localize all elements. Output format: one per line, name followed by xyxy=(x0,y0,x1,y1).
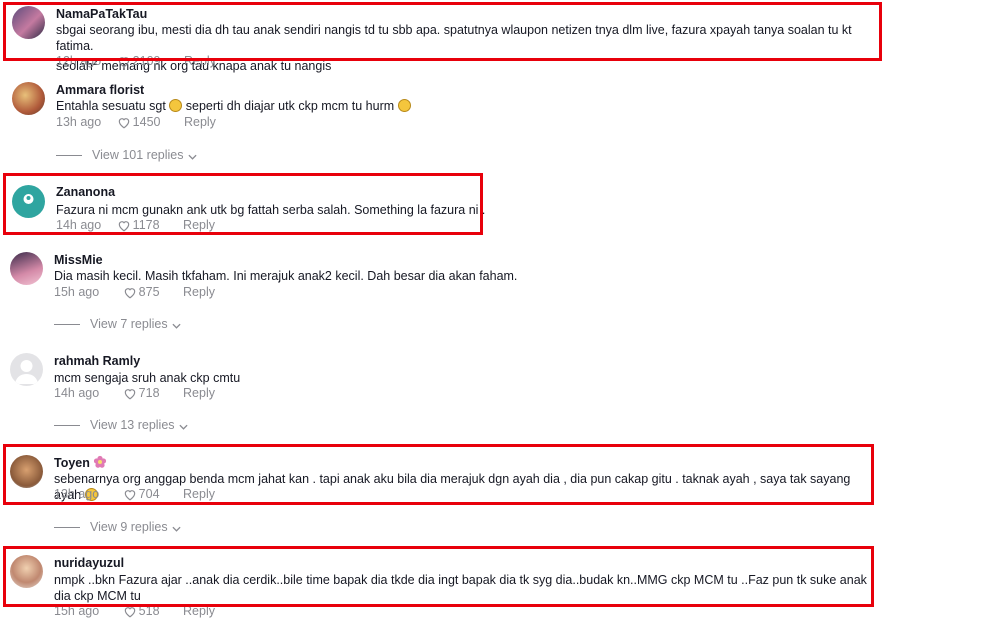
chevron-down-icon xyxy=(172,323,181,329)
like-count: 1450 xyxy=(132,115,161,129)
view-replies-button[interactable]: View 7 replies xyxy=(54,317,181,331)
comment-time: 13h ago xyxy=(56,115,102,129)
comment-text-line: Entahla sesuatu sgt xyxy=(56,99,170,113)
heart-outline-icon xyxy=(118,118,129,129)
chevron-down-icon xyxy=(178,424,188,430)
highlight-box xyxy=(3,173,483,235)
reply-button[interactable]: Reply xyxy=(183,285,215,299)
view-replies-button[interactable]: View 101 replies xyxy=(56,148,197,162)
view-replies-label: View 7 replies xyxy=(90,317,168,331)
comment-time: 15h ago xyxy=(54,285,100,299)
avatar[interactable] xyxy=(12,82,45,115)
comment-text: Dia masih kecil. Masih tkfaham. Ini mera… xyxy=(54,269,518,283)
reply-button[interactable]: Reply xyxy=(183,386,215,400)
like-button[interactable]: 875 xyxy=(123,285,160,299)
view-replies-button[interactable]: View 13 replies xyxy=(54,418,188,432)
like-count: 875 xyxy=(138,285,160,299)
view-replies-label: View 9 replies xyxy=(90,520,168,534)
divider xyxy=(54,324,80,326)
highlight-box xyxy=(3,444,874,505)
chevron-down-icon xyxy=(187,154,197,160)
divider xyxy=(54,425,80,427)
frowning-face-emoji xyxy=(169,99,183,112)
highlight-box xyxy=(3,2,882,61)
heart-outline-icon xyxy=(124,389,135,400)
like-count: 718 xyxy=(138,386,160,400)
view-replies-label: View 101 replies xyxy=(92,148,184,162)
default-avatar-icon xyxy=(15,360,38,384)
divider xyxy=(54,527,80,529)
comment-text: mcm sengaja sruh anak ckp cmtu xyxy=(54,371,241,385)
comment-username[interactable]: Ammara florist xyxy=(56,83,144,97)
reply-button[interactable]: Reply xyxy=(184,115,216,129)
like-button[interactable]: 1450 xyxy=(117,115,161,129)
view-replies-button[interactable]: View 9 replies xyxy=(54,520,181,534)
comment-meta: 14h ago 718 Reply xyxy=(54,386,215,400)
frowning-face-emoji xyxy=(397,99,411,112)
avatar[interactable] xyxy=(10,252,43,285)
chevron-down-icon xyxy=(172,526,181,532)
highlight-box xyxy=(3,546,874,607)
comment-username[interactable]: rahmah Ramly xyxy=(54,354,140,368)
comment-text-line: seperti dh diajar utk ckp mcm tu hurm xyxy=(182,99,398,113)
comment-time: 14h ago xyxy=(54,386,100,400)
heart-outline-icon xyxy=(124,288,135,299)
comment-text: Entahla sesuatu sgt seperti dh diajar ut… xyxy=(56,98,876,114)
comment-meta: 15h ago 875 Reply xyxy=(54,285,215,299)
like-button[interactable]: 718 xyxy=(123,386,160,400)
comment-username[interactable]: MissMie xyxy=(54,253,103,267)
view-replies-label: View 13 replies xyxy=(90,418,175,432)
avatar[interactable] xyxy=(10,353,43,386)
divider xyxy=(56,155,82,157)
comment-meta: 13h ago 1450 Reply xyxy=(56,115,216,129)
